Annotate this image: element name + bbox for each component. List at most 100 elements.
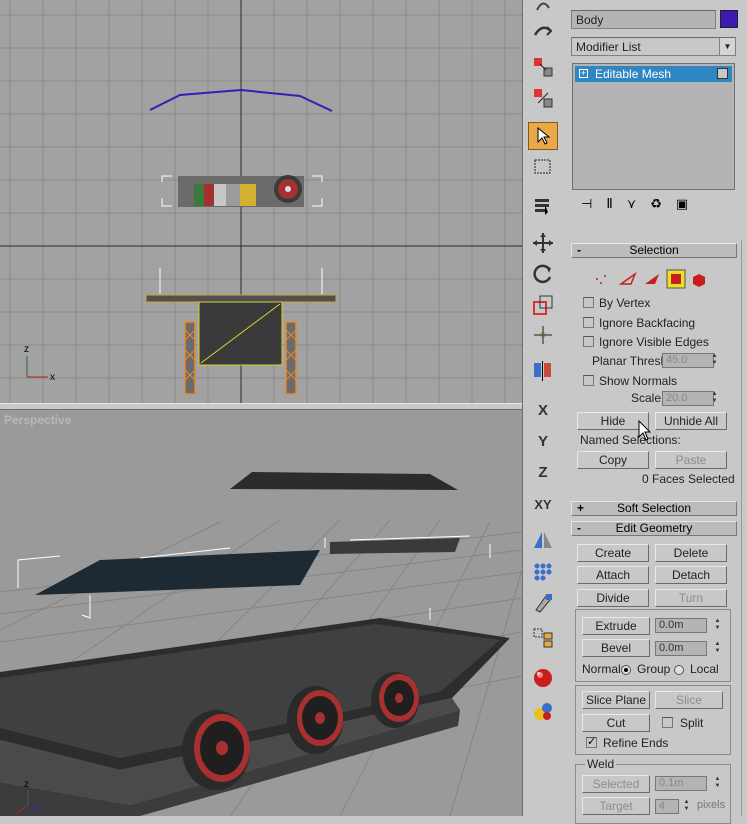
configure-modifier-sets-icon[interactable]: ▣ (676, 197, 688, 212)
pin-stack-icon[interactable]: ⊣ (581, 197, 592, 212)
perspective-viewport[interactable]: z Perspective (0, 410, 522, 816)
scale-icon[interactable] (528, 291, 558, 319)
chevron-down-icon: ▼ (719, 38, 735, 55)
weld-selected-button[interactable]: Selected (582, 775, 650, 793)
select-manipulate-icon[interactable] (528, 321, 558, 349)
bevel-button[interactable]: Bevel (582, 639, 650, 657)
paste-button[interactable]: Paste (655, 451, 727, 469)
edit-geometry-rollout-header[interactable]: - Edit Geometry (571, 521, 737, 536)
redo-arrow-icon[interactable] (528, 17, 558, 45)
extrude-spinner-icon[interactable]: ▲ ▼ (713, 618, 722, 633)
scale-spinner-icon[interactable]: ▲ ▼ (710, 391, 719, 406)
normal-group-radio[interactable] (621, 665, 631, 675)
turn-button[interactable]: Turn (655, 589, 727, 607)
mirror-icon[interactable] (528, 526, 558, 554)
move-icon[interactable] (528, 229, 558, 257)
select-and-link-icon[interactable] (528, 53, 558, 81)
attach-button[interactable]: Attach (577, 566, 649, 584)
edge-level-icon (618, 271, 637, 285)
mouse-cursor-icon (638, 419, 652, 445)
unhide-all-button[interactable]: Unhide All (655, 412, 727, 430)
make-unique-icon[interactable]: ⋎ (627, 197, 637, 212)
selection-rollout-header[interactable]: - Selection (571, 243, 737, 258)
collapse-icon: - (577, 243, 581, 257)
ignore-visible-edges-label: Ignore Visible Edges (599, 335, 709, 349)
slice-button[interactable]: Slice (655, 691, 723, 709)
stack-item-toggle[interactable] (717, 68, 728, 79)
refine-ends-label: Refine Ends (603, 736, 669, 750)
ignore-backfacing-label: Ignore Backfacing (599, 316, 696, 330)
rotate-icon[interactable] (528, 259, 558, 287)
bevel-spinner-icon[interactable]: ▲ ▼ (713, 641, 722, 656)
modifier-list-dropdown[interactable]: Modifier List ▼ (571, 37, 736, 56)
divide-button[interactable]: Divide (577, 589, 649, 607)
select-by-name-icon[interactable] (528, 193, 558, 221)
detach-button[interactable]: Detach (655, 566, 727, 584)
planar-thresh-label: Planar Thresh: (592, 354, 671, 368)
align-icon[interactable] (528, 589, 558, 617)
split-checkbox[interactable] (662, 717, 673, 728)
command-panel: Body Modifier List ▼ + Editable Mesh ⊣ Ⅱ… (565, 0, 747, 824)
extrude-amount-input[interactable]: 0.0m (655, 618, 707, 633)
split-label: Split (680, 716, 704, 730)
restrict-to-xy-button[interactable]: XY (528, 490, 558, 518)
panel-scrollbar[interactable] (741, 240, 747, 816)
delete-button[interactable]: Delete (655, 544, 727, 562)
stack-item-editable-mesh[interactable]: + Editable Mesh (575, 66, 732, 82)
bevel-amount-input[interactable]: 0.0m (655, 641, 707, 656)
perspective-viewport-label[interactable]: Perspective (4, 413, 71, 427)
weld-threshold-input[interactable]: 0.1m (655, 776, 707, 791)
select-object-icon[interactable] (528, 122, 558, 150)
create-button[interactable]: Create (577, 544, 649, 562)
named-selections-label: Named Selections: (580, 433, 681, 447)
element-level-icon (693, 274, 705, 287)
show-end-result-icon[interactable]: Ⅱ (606, 197, 612, 212)
collapse-icon: - (577, 521, 581, 535)
material-editor-icon[interactable] (528, 664, 558, 692)
planar-thresh-spinner-icon[interactable]: ▲ ▼ (710, 353, 719, 368)
restrict-to-x-button[interactable]: X (528, 396, 558, 424)
viewport-separator[interactable] (0, 403, 524, 410)
by-vertex-label: By Vertex (599, 296, 651, 310)
weld-target-spinner-icon[interactable]: ▲ ▼ (682, 799, 691, 814)
copy-button[interactable]: Copy (577, 451, 649, 469)
extrude-button[interactable]: Extrude (582, 617, 650, 635)
by-vertex-checkbox[interactable] (583, 297, 594, 308)
expand-icon: + (577, 501, 585, 515)
weld-target-button[interactable]: Target (582, 797, 650, 815)
scale-label: Scale: (631, 391, 665, 405)
cut-button[interactable]: Cut (582, 714, 650, 732)
scale-input[interactable]: 20.0 (662, 391, 714, 406)
ignore-visible-edges-checkbox[interactable] (583, 336, 594, 347)
ignore-backfacing-checkbox[interactable] (583, 317, 594, 328)
expand-icon[interactable]: + (579, 69, 588, 78)
object-color-swatch[interactable] (720, 10, 738, 28)
selection-status: 0 Faces Selected (642, 472, 735, 486)
slice-plane-button[interactable]: Slice Plane (582, 691, 650, 709)
weld-threshold-spinner-icon[interactable]: ▲ ▼ (713, 776, 722, 791)
render-scene-icon[interactable] (528, 697, 558, 725)
restrict-to-z-button[interactable]: Z (528, 458, 558, 486)
mirror-align-icon[interactable] (528, 357, 558, 385)
soft-selection-rollout-header[interactable]: + Soft Selection (571, 501, 737, 516)
normal-local-radio[interactable] (674, 665, 684, 675)
modifier-stack[interactable]: + Editable Mesh (572, 63, 735, 190)
restrict-to-y-button[interactable]: Y (528, 427, 558, 455)
remove-modifier-icon[interactable]: ♻ (650, 197, 662, 212)
planar-thresh-input[interactable]: 45.0 (662, 353, 714, 368)
region-select-icon[interactable] (528, 153, 558, 181)
show-normals-label: Show Normals (599, 374, 678, 388)
unlink-selection-icon[interactable] (528, 84, 558, 112)
refine-ends-checkbox[interactable] (586, 735, 597, 748)
weld-target-pixels-input[interactable]: 4 (655, 799, 679, 814)
sub-object-level-bar (591, 269, 711, 289)
pixels-label: pixels (697, 799, 726, 811)
top-viewport[interactable]: z x (0, 0, 522, 403)
array-icon[interactable] (528, 558, 558, 586)
svg-text:x: x (50, 372, 55, 383)
stack-toolbar: ⊣ Ⅱ ⋎ ♻ ▣ (581, 197, 688, 212)
named-selection-sets-icon[interactable] (528, 624, 558, 652)
object-name-field[interactable]: Body (571, 10, 716, 29)
show-normals-checkbox[interactable] (583, 375, 594, 386)
svg-text:z: z (24, 779, 29, 790)
